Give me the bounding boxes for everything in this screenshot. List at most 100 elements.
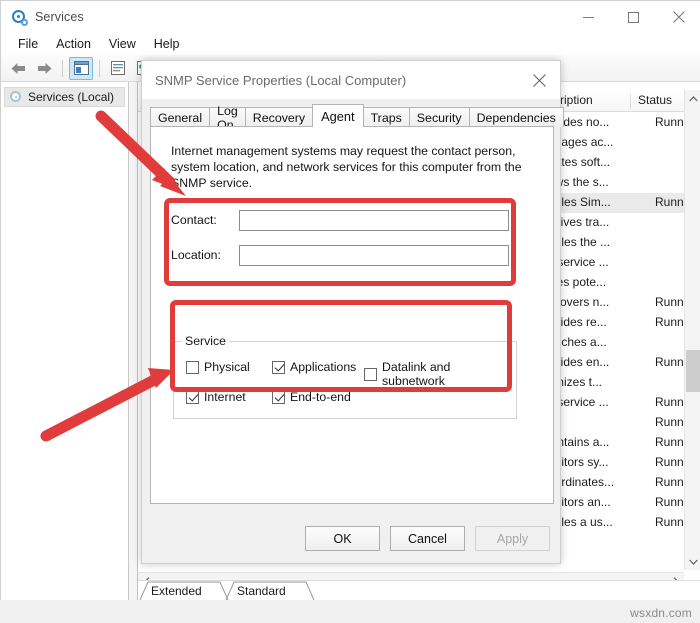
menubar: File Action View Help [1,33,700,55]
tabstrip-shape [139,581,315,601]
dialog-titlebar: SNMP Service Properties (Local Computer) [142,61,560,99]
list-vertical-scrollbar[interactable] [684,90,700,570]
menu-item-action[interactable]: Action [47,36,100,52]
contact-label: Contact: [171,213,217,227]
ok-button[interactable]: OK [305,526,380,551]
checkbox-box[interactable] [186,390,199,404]
chevron-up-icon[interactable] [685,90,700,107]
table-row[interactable]: unches a... [548,333,684,353]
checkbox-box[interactable] [364,367,377,381]
menu-item-file[interactable]: File [9,36,47,52]
table-row[interactable]: eates soft... [548,153,684,173]
table-row[interactable]: timizes t... [548,373,684,393]
minimize-icon[interactable] [566,1,611,33]
close-icon[interactable] [518,61,560,99]
contact-field-row: Contact: [171,209,509,231]
sidebar-item-services-local[interactable]: Services (Local) [4,87,125,107]
table-row[interactable]: s service ... Running [548,393,700,413]
table-row[interactable]: scovers n... Running [548,293,700,313]
sidebar-item-label: Services (Local) [28,90,115,104]
dialog-tab-label: General [158,110,203,125]
table-row[interactable]: ceives tra... [548,213,684,233]
service-groupbox: Service Physical Applications Datalink a… [173,334,517,419]
dialog-tab-traps[interactable]: Traps [362,107,410,127]
snmp-service-properties-dialog: SNMP Service Properties (Local Computer)… [141,60,564,564]
menu-item-help[interactable]: Help [145,36,189,52]
show-tree-icon[interactable] [69,56,93,80]
forward-arrow-icon[interactable] [32,57,56,80]
window-controls [566,1,700,33]
maximize-icon[interactable] [611,1,656,33]
checkbox-box[interactable] [272,390,285,404]
dialog-tabstrip: General Log On Recovery Agent Traps Security D… [150,104,564,132]
back-arrow-icon[interactable] [6,57,30,80]
window-titlebar: Services [1,1,700,33]
checkbox-label: Physical [204,360,250,374]
checkbox-label: End-to-end [290,390,351,404]
agent-tab-panel: Internet management systems may request … [150,126,554,504]
close-icon[interactable] [656,1,700,33]
pane-splitter[interactable] [129,82,138,601]
dialog-tab-label: Traps [370,110,402,125]
menu-item-view[interactable]: View [100,36,145,52]
column-header-status[interactable]: Status [638,93,672,107]
location-label: Location: [171,248,221,262]
table-row[interactable]: s service ... [548,253,684,273]
view-tabstrip: Extended Standard [138,580,700,601]
dialog-tab-label: Dependencies [476,110,556,125]
dialog-tab-label: Security [416,110,462,125]
dialog-tab-agent[interactable]: Agent [312,104,364,127]
cancel-button[interactable]: Cancel [390,526,465,551]
services-gear-icon [9,90,23,104]
dialog-tab-security[interactable]: Security [408,107,470,127]
checkbox-datalink-and-subnetwork[interactable]: Datalink and subnetwork [364,360,516,388]
checkbox-applications[interactable]: Applications [272,360,356,374]
console-tree-pane: Services (Local) [1,82,129,601]
table-row[interactable]: ovides no... Running [548,113,700,133]
table-row[interactable]: ovides en... Running [548,353,700,373]
services-gear-icon [11,9,28,26]
dialog-title: SNMP Service Properties (Local Computer) [155,72,407,88]
agent-description: Internet management systems may request … [171,144,522,190]
table-row[interactable]: aintains a... Running [548,433,700,453]
apply-button: Apply [475,526,550,551]
dialog-tab-label: Recovery [252,110,306,125]
contact-input[interactable] [239,209,509,231]
dialog-tab-dependencies[interactable]: Dependencies [468,107,564,127]
table-row[interactable]: ables Sim... Running [548,193,700,213]
table-row[interactable]: onitors an... Running [548,493,700,513]
checkbox-box[interactable] [272,360,285,374]
table-row[interactable]: ows the s... [548,173,684,193]
table-row[interactable]: anages ac... [548,133,684,153]
checkbox-label: Datalink and subnetwork [382,360,451,388]
dialog-tab-recovery[interactable]: Recovery [244,107,314,127]
window-title: Services [35,10,84,24]
services-table: ovides no... Running anages ac... eates sof… [548,113,700,533]
checkbox-physical[interactable]: Physical [186,360,250,374]
toolbar-separator [62,59,63,77]
chevron-down-icon[interactable] [685,553,700,570]
table-row[interactable]: oordinates... Running [548,473,700,493]
dialog-buttons: OK Cancel Apply [305,526,550,551]
table-row[interactable]: onitors sy... Running [548,453,700,473]
dialog-tab-log-on[interactable]: Log On [209,104,246,132]
table-row[interactable]: Running [548,413,700,433]
dialog-tab-label: Agent [321,108,355,124]
table-row[interactable]: ables the ... [548,233,684,253]
page-bottom-strip: wsxdn.com [0,600,700,623]
checkbox-label: Internet [204,390,246,404]
table-row[interactable]: ifies pote... [548,273,684,293]
properties-icon[interactable] [106,57,130,80]
checkbox-box[interactable] [186,360,199,374]
watermark: wsxdn.com [630,606,692,620]
location-input[interactable] [239,244,509,266]
table-row[interactable]: ables a us... Running [548,513,700,533]
checkbox-label: Applications [290,360,357,374]
scrollbar-thumb[interactable] [686,350,700,392]
table-row[interactable]: ovides re... Running [548,313,700,333]
checkbox-internet[interactable]: Internet [186,390,246,404]
service-group-label: Service [182,334,230,348]
toolbar-separator [99,59,100,77]
dialog-tab-general[interactable]: General [150,107,211,127]
checkbox-end-to-end[interactable]: End-to-end [272,390,351,404]
